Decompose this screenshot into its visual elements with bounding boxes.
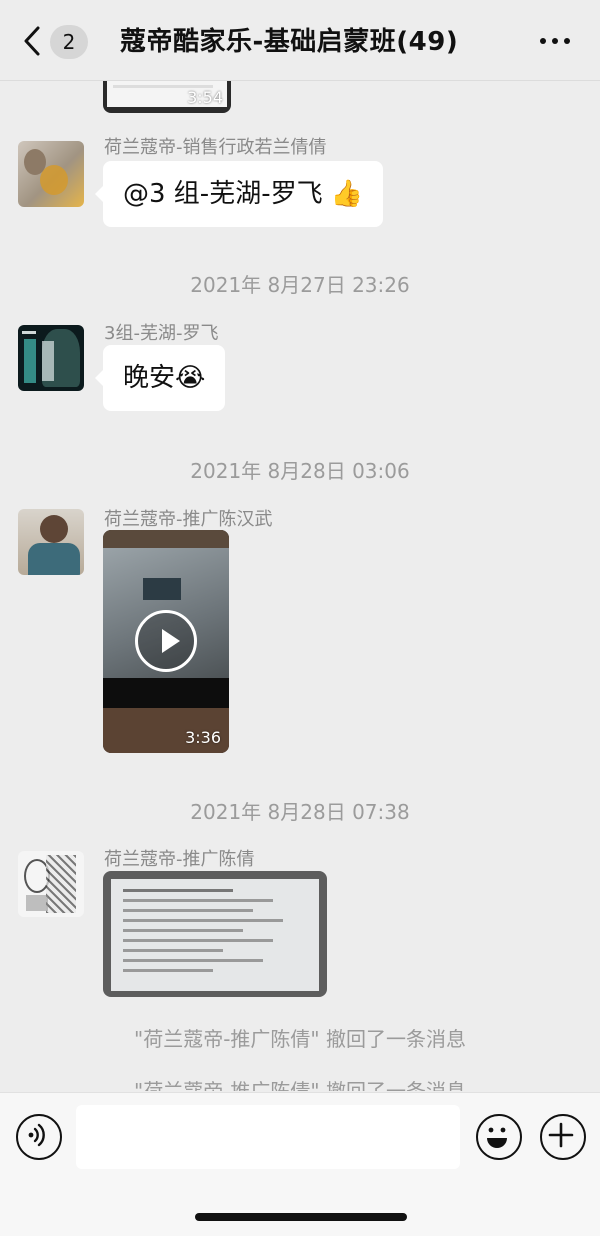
video-message[interactable]: 3:36 bbox=[103, 530, 229, 753]
avatar[interactable] bbox=[18, 141, 84, 207]
video-message[interactable]: 3:54 bbox=[103, 81, 231, 113]
sender-name: 荷兰蔻帝-推广陈倩 bbox=[104, 849, 255, 870]
message-bubble[interactable]: 晚安😭 bbox=[94, 345, 226, 411]
chat-message-list[interactable]: 3:54 荷兰蔻帝-销售行政若兰倩倩 @3 组-芜湖-罗飞 👍 2021年 8月… bbox=[0, 81, 600, 1091]
system-notice: "荷兰蔻帝-推广陈倩" 撤回了一条消息 bbox=[134, 1079, 466, 1091]
timestamp: 2021年 8月28日 03:06 bbox=[190, 459, 410, 483]
emoji-icon[interactable] bbox=[476, 1114, 522, 1160]
sender-name: 荷兰蔻帝-推广陈汉武 bbox=[104, 509, 273, 530]
avatar[interactable] bbox=[18, 851, 84, 917]
voice-icon[interactable] bbox=[16, 1114, 62, 1160]
home-indicator bbox=[195, 1213, 407, 1221]
system-notice: "荷兰蔻帝-推广陈倩" 撤回了一条消息 bbox=[134, 1027, 466, 1051]
play-button-icon[interactable] bbox=[135, 610, 197, 672]
sender-name: 3组-芜湖-罗飞 bbox=[104, 323, 219, 344]
timestamp: 2021年 8月28日 07:38 bbox=[190, 800, 410, 824]
chat-header: 2 蔻帝酷家乐-基础启蒙班(49) bbox=[0, 0, 600, 81]
sender-name: 荷兰蔻帝-销售行政若兰倩倩 bbox=[104, 137, 327, 158]
timestamp: 2021年 8月27日 23:26 bbox=[190, 273, 410, 297]
avatar[interactable] bbox=[18, 325, 84, 391]
message-bubble[interactable]: @3 组-芜湖-罗飞 👍 bbox=[94, 161, 384, 227]
message-input[interactable] bbox=[76, 1105, 460, 1169]
image-message[interactable] bbox=[103, 871, 327, 997]
chevron-left-icon[interactable] bbox=[20, 24, 44, 58]
avatar[interactable] bbox=[18, 509, 84, 575]
plus-icon[interactable] bbox=[540, 1114, 586, 1160]
chat-title[interactable]: 蔻帝酷家乐-基础启蒙班(49) bbox=[120, 22, 480, 62]
unread-count-badge[interactable]: 2 bbox=[50, 25, 88, 59]
video-duration: 3:54 bbox=[187, 88, 223, 107]
video-duration: 3:36 bbox=[185, 728, 221, 747]
more-dots-icon[interactable] bbox=[538, 38, 572, 48]
